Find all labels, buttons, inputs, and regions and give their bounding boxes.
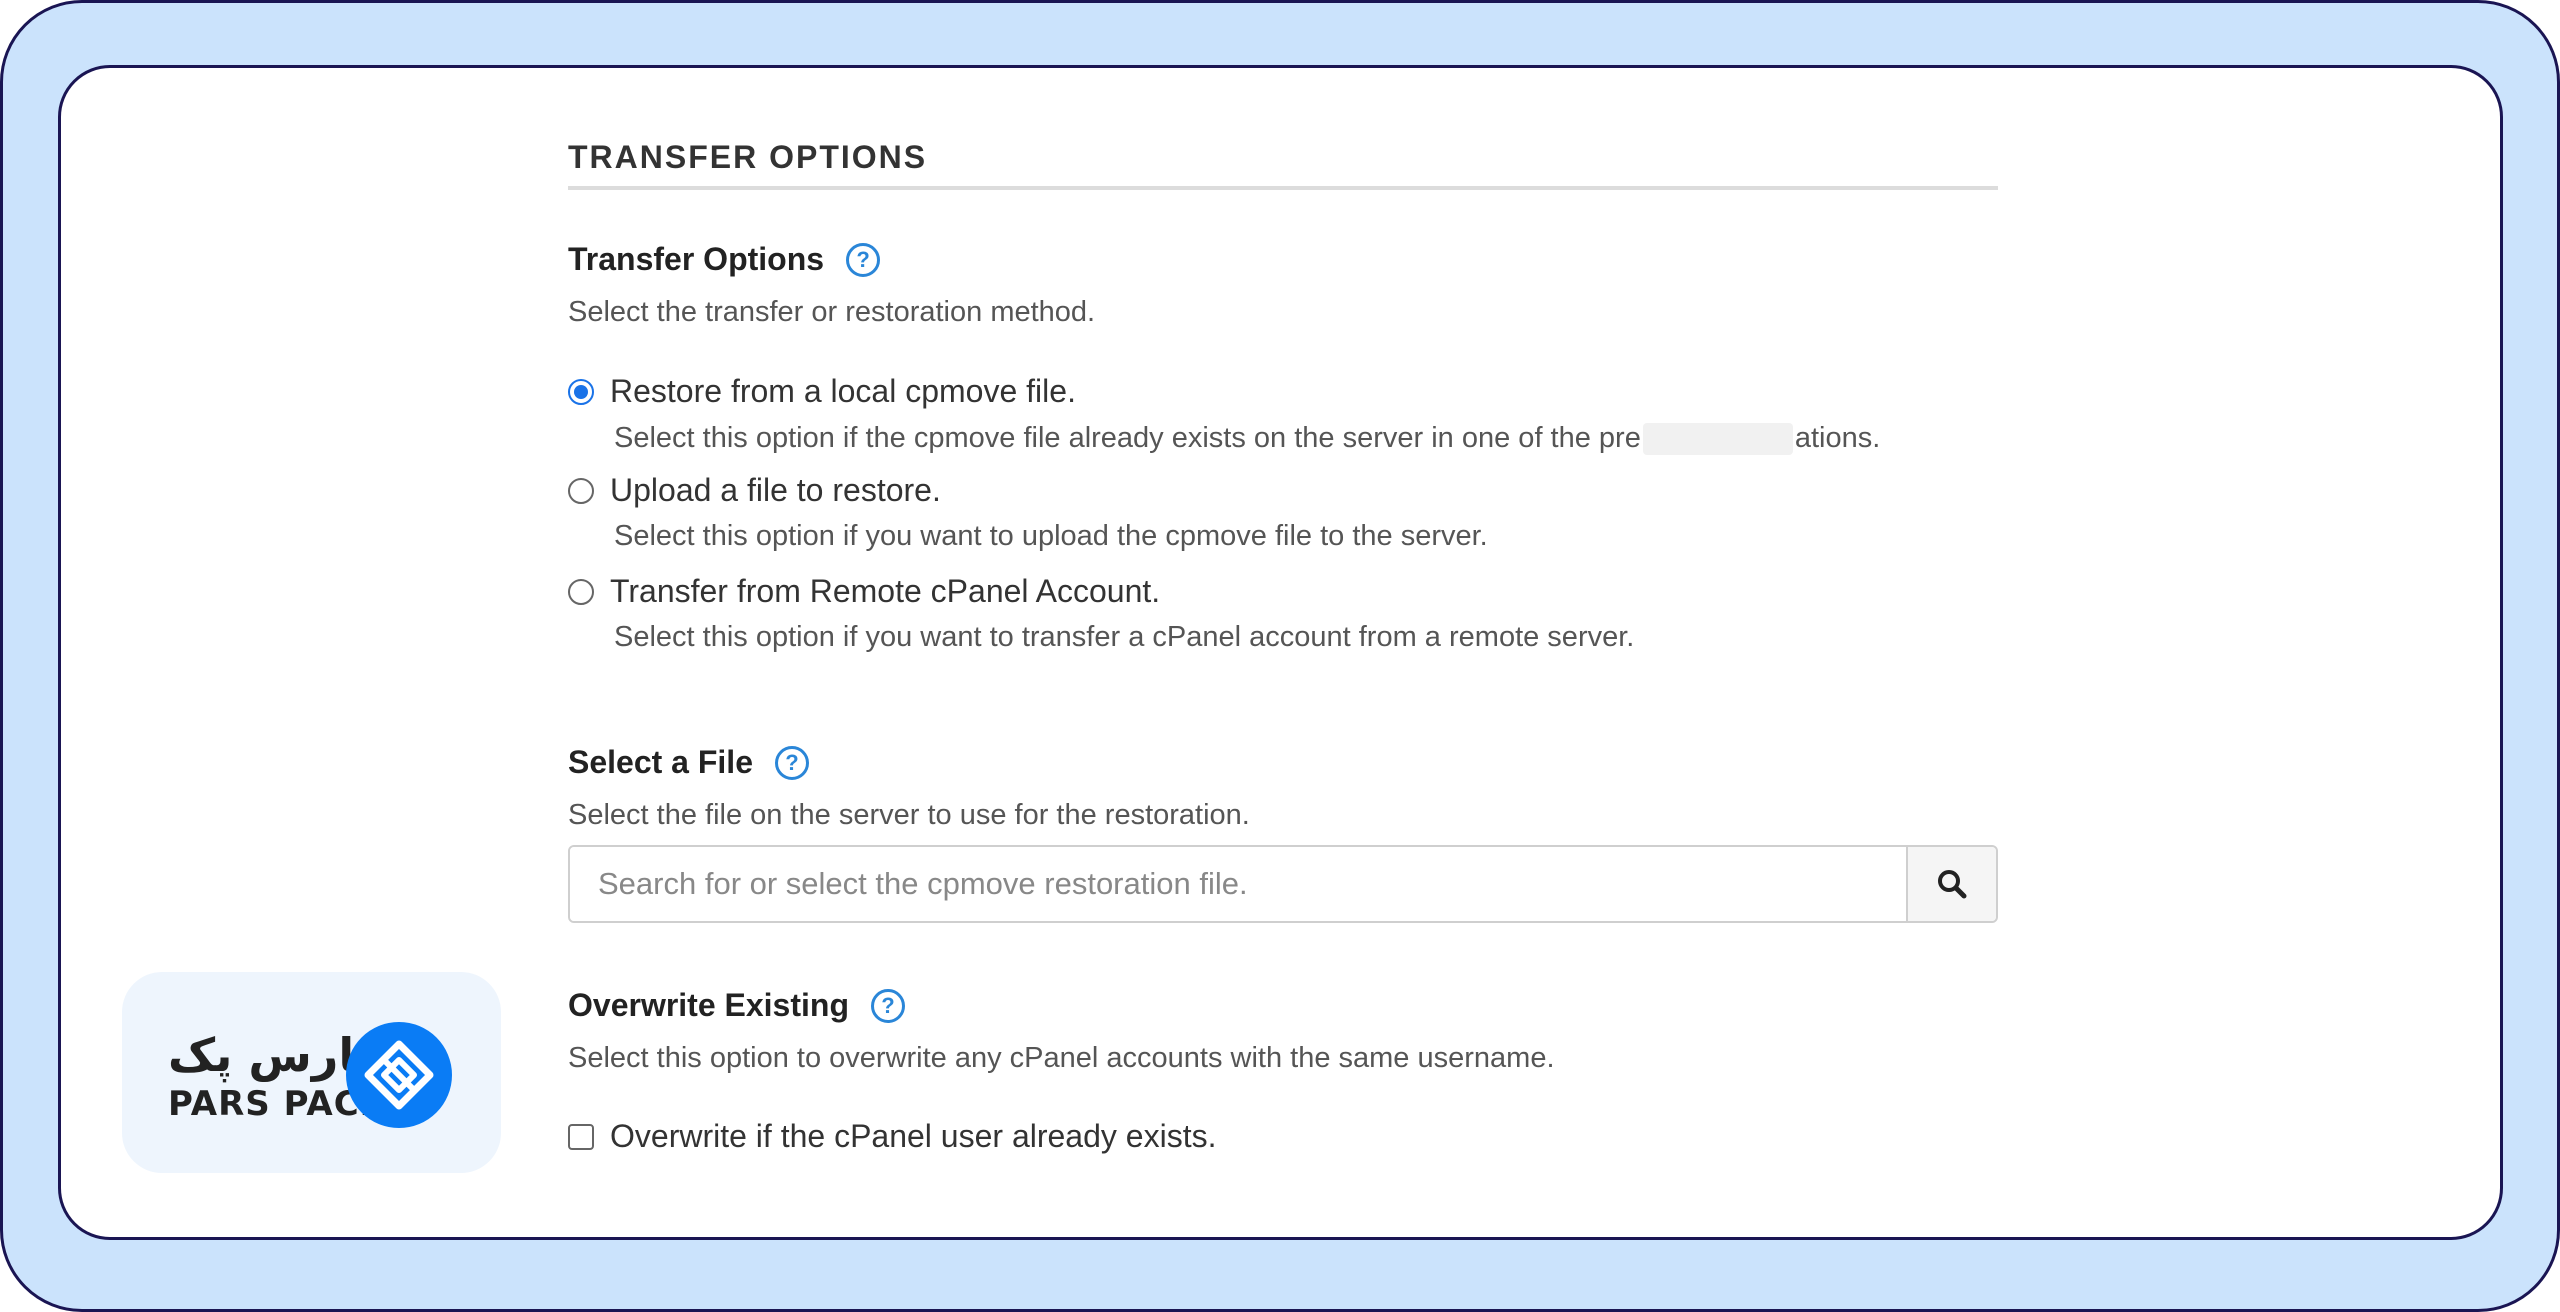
section-header: TRANSFER OPTIONS <box>568 139 928 175</box>
option-restore-local[interactable]: Restore from a local cpmove file. <box>568 373 1076 410</box>
section-divider <box>568 186 1998 190</box>
option-remote-transfer-description: Select this option if you want to transf… <box>614 621 1635 653</box>
overwrite-checkbox[interactable] <box>568 1123 594 1150</box>
option-restore-local-desc-end: ations. <box>1794 422 1881 454</box>
redacted-text <box>1642 423 1793 456</box>
parspack-logo-icon <box>346 1022 452 1128</box>
select-file-title: Select a File ? <box>568 744 809 781</box>
overwrite-description: Select this option to overwrite any cPan… <box>568 1042 1555 1074</box>
transfer-options-title: Transfer Options ? <box>568 241 881 278</box>
overwrite-checkbox-row[interactable]: Overwrite if the cPanel user already exi… <box>568 1118 1216 1155</box>
overwrite-checkbox-label[interactable]: Overwrite if the cPanel user already exi… <box>610 1118 1216 1155</box>
help-icon[interactable]: ? <box>774 745 809 780</box>
radio-upload-file[interactable] <box>568 477 594 504</box>
option-restore-local-label[interactable]: Restore from a local cpmove file. <box>610 373 1076 410</box>
select-file-label: Select a File <box>568 744 753 780</box>
radio-remote-transfer[interactable] <box>568 578 594 605</box>
option-remote-transfer-label[interactable]: Transfer from Remote cPanel Account. <box>610 573 1160 610</box>
help-icon[interactable]: ? <box>870 988 905 1023</box>
search-button[interactable] <box>1906 847 1996 921</box>
option-remote-transfer[interactable]: Transfer from Remote cPanel Account. <box>568 573 1160 610</box>
overwrite-title: Overwrite Existing ? <box>568 987 905 1024</box>
file-search-box <box>568 845 1998 923</box>
transfer-options-label: Transfer Options <box>568 241 825 277</box>
help-icon[interactable]: ? <box>846 242 881 277</box>
option-restore-local-desc-start: Select this option if the cpmove file al… <box>614 422 1641 454</box>
overwrite-label: Overwrite Existing <box>568 987 849 1023</box>
option-upload-file-description: Select this option if you want to upload… <box>614 520 1488 552</box>
file-search-input[interactable] <box>570 847 1906 921</box>
option-upload-file-label[interactable]: Upload a file to restore. <box>610 472 941 509</box>
parspack-logo: پارس پک PARS PACK <box>122 972 501 1173</box>
search-icon <box>1938 870 1967 899</box>
option-restore-local-description: Select this option if the cpmove file al… <box>614 422 1881 456</box>
select-file-description: Select the file on the server to use for… <box>568 799 1250 831</box>
logo-text-fa: پارس پک <box>168 1028 373 1082</box>
radio-restore-local[interactable] <box>568 378 594 405</box>
option-upload-file[interactable]: Upload a file to restore. <box>568 472 941 509</box>
transfer-options-description: Select the transfer or restoration metho… <box>568 296 1096 328</box>
